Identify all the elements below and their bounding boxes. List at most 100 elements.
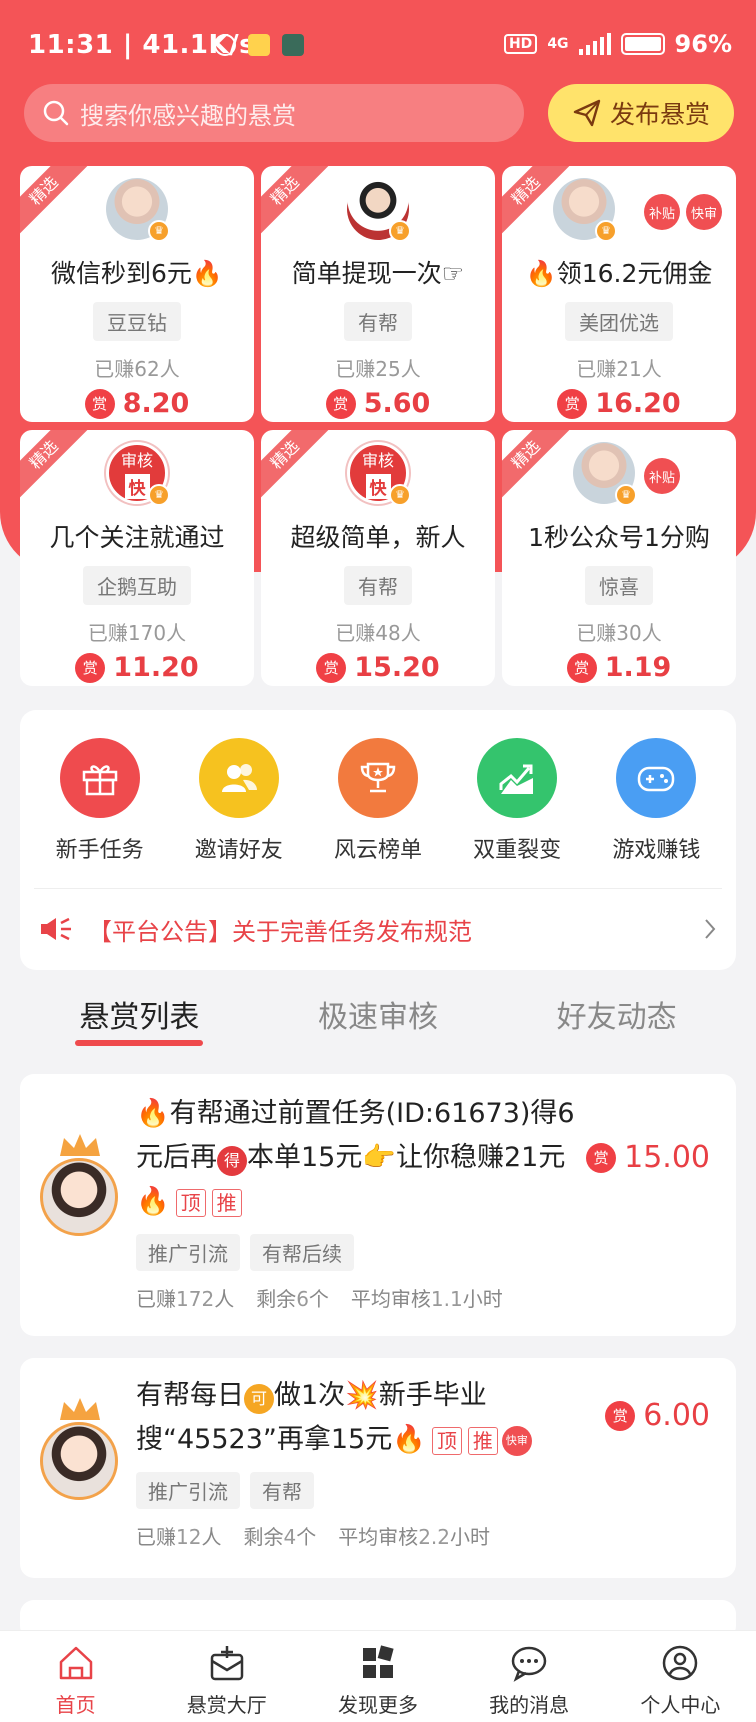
audit-avatar: 审核快 ♛ — [347, 442, 411, 506]
card-title: 微信秒到6元🔥 — [50, 259, 224, 288]
featured-card[interactable]: 精选 审核快 ♛ 几个关注就通过 企鹅互助 已赚170人 赏 11.20 — [20, 430, 254, 686]
card-earned: 已赚25人 — [335, 357, 421, 381]
divider — [34, 888, 722, 889]
reward-icon: 赏 — [586, 1142, 617, 1173]
trophy-icon — [337, 738, 418, 818]
app-notification-icon — [248, 34, 270, 56]
paper-plane-icon — [573, 99, 601, 127]
task-title: 有帮每日可做1次💥新手毕业搜“45523”再拿15元🔥 顶推快审 — [136, 1374, 586, 1462]
search-placeholder: 搜索你感兴趣的悬赏 — [80, 101, 296, 130]
post-reward-button[interactable]: 发布悬赏 — [548, 84, 734, 142]
task-stats: 已赚172人 剩余6个 平均审核1.1小时 — [136, 1287, 503, 1311]
battery-percent: 96% — [674, 30, 732, 58]
crown-icon: ♛ — [148, 484, 170, 506]
network-type: 4G — [547, 36, 569, 52]
battery-icon — [620, 33, 665, 55]
featured-ribbon: 精选 — [261, 430, 330, 500]
task-tags: 推广引流 有帮 — [136, 1472, 712, 1509]
menu-item-newbie-tasks[interactable]: 新手任务 — [35, 738, 165, 864]
chevron-right-icon — [705, 919, 716, 939]
mute-icon — [214, 34, 236, 56]
card-price: 赏 1.19 — [566, 652, 671, 683]
task-body: 🔥有帮通过前置任务(ID:61673)得6元后再得本单15元👉让你稳赚21元🔥 顶… — [136, 1092, 712, 1312]
task-tags: 推广引流 有帮后续 — [136, 1234, 712, 1271]
card-earned: 已赚62人 — [94, 357, 180, 381]
task-tag: 推广引流 — [136, 1472, 240, 1509]
card-tag: 有帮 — [344, 302, 412, 341]
crown-icon: ♛ — [389, 484, 411, 506]
nav-reward-hall[interactable]: 悬赏大厅 — [167, 1643, 287, 1718]
crown-icon: ♛ — [595, 220, 617, 242]
featured-cards: 精选 ♛ 微信秒到6元🔥 豆豆钻 已赚62人 赏 8.20 精选 ♛ 简单提现一次… — [20, 166, 736, 686]
nav-messages[interactable]: 我的消息 — [469, 1643, 589, 1718]
menu-item-invite-friends[interactable]: 邀请好友 — [174, 738, 304, 864]
featured-card[interactable]: 精选 ♛ 简单提现一次☞ 有帮 已赚25人 赏 5.60 — [261, 166, 495, 422]
reward-icon: 赏 — [557, 388, 588, 419]
gift-icon — [59, 738, 140, 818]
card-title: 1秒公众号1分购 — [528, 523, 710, 552]
card-earned: 已赚30人 — [576, 621, 662, 645]
menu-item-leaderboard[interactable]: 风云榜单 — [313, 738, 443, 864]
nav-home[interactable]: 首页 — [16, 1643, 136, 1718]
quick-menu: 新手任务 邀请好友 风云榜单 双重裂变 游戏赚钱 【平台公告】关于完善任务发布规… — [20, 710, 736, 970]
fast-review-badge: 快审 — [686, 194, 722, 230]
reward-icon: 赏 — [605, 1400, 636, 1431]
bottom-nav: 首页 悬赏大厅 发现更多 我的消息 个人中心 — [0, 1630, 756, 1722]
task-price: 赏 15.00 — [586, 1140, 710, 1175]
announcement-text: 【平台公告】关于完善任务发布规范 — [88, 917, 472, 946]
menu-label: 新手任务 — [55, 838, 144, 863]
profile-icon — [663, 1645, 698, 1681]
gamepad-icon — [616, 738, 697, 818]
message-icon — [511, 1646, 547, 1682]
top-badge: 顶 — [175, 1189, 206, 1217]
hd-icon: HD — [503, 34, 538, 54]
menu-label: 邀请好友 — [194, 838, 283, 863]
task-card[interactable]: 🔥有帮通过前置任务(ID:61673)得6元后再得本单15元👉让你稳赚21元🔥 顶… — [20, 1074, 736, 1336]
status-bar: 11:31 | 41.1K/s HD 4G 96% — [0, 0, 756, 96]
crown-icon — [60, 1398, 100, 1420]
featured-ribbon: 精选 — [261, 166, 330, 236]
search-bar[interactable]: 搜索你感兴趣的悬赏 — [24, 84, 524, 142]
card-earned: 已赚170人 — [87, 621, 187, 645]
featured-card[interactable]: 精选 补贴 快审 ♛ 🔥领16.2元佣金 美团优选 已赚21人 赏 16.20 — [502, 166, 736, 422]
card-tag: 惊喜 — [585, 566, 653, 605]
signal-icon — [578, 33, 611, 55]
card-earned: 已赚21人 — [576, 357, 662, 381]
featured-card[interactable]: 精选 补贴 ♛ 1秒公众号1分购 惊喜 已赚30人 赏 1.19 — [502, 430, 736, 686]
tab-friend-feed[interactable]: 好友动态 — [557, 992, 677, 1052]
search-icon — [43, 100, 69, 126]
reward-hall-icon — [210, 1646, 244, 1681]
crown-icon: ♛ — [615, 484, 637, 506]
card-tag: 美团优选 — [565, 302, 673, 341]
tab-fast-review[interactable]: 极速审核 — [318, 992, 438, 1052]
task-card[interactable]: 有帮每日可做1次💥新手毕业搜“45523”再拿15元🔥 顶推快审 推广引流 有帮 … — [20, 1358, 736, 1578]
push-badge: 推 — [467, 1427, 498, 1455]
menu-item-games[interactable]: 游戏赚钱 — [591, 738, 721, 864]
reward-icon: 赏 — [84, 388, 115, 419]
card-price: 赏 8.20 — [84, 388, 189, 419]
tab-reward-list[interactable]: 悬赏列表 — [75, 992, 204, 1052]
menu-item-double-fission[interactable]: 双重裂变 — [452, 738, 582, 864]
featured-ribbon: 精选 — [502, 430, 571, 500]
megaphone-icon — [41, 917, 71, 941]
featured-card[interactable]: 精选 审核快 ♛ 超级简单，新人 有帮 已赚48人 赏 15.20 — [261, 430, 495, 686]
menu-label: 风云榜单 — [333, 838, 422, 863]
card-earned: 已赚48人 — [335, 621, 421, 645]
avatar: ♛ — [106, 178, 170, 242]
app-notification-icon-2 — [282, 34, 304, 56]
crown-icon — [60, 1134, 100, 1156]
nav-profile[interactable]: 个人中心 — [620, 1643, 740, 1718]
card-title: 几个关注就通过 — [49, 523, 225, 552]
side-tags: 补贴 — [644, 458, 680, 494]
avatar: ♛ — [573, 442, 637, 506]
crown-icon: ♛ — [389, 220, 411, 242]
card-title: 简单提现一次☞ — [291, 259, 465, 288]
menu-label: 双重裂变 — [473, 838, 562, 863]
task-tag: 推广引流 — [136, 1234, 240, 1271]
fast-review-badge: 快审 — [501, 1425, 532, 1456]
card-price: 赏 11.20 — [75, 652, 199, 683]
announcement-bar[interactable]: 【平台公告】关于完善任务发布规范 — [38, 898, 718, 960]
nav-discover[interactable]: 发现更多 — [318, 1643, 438, 1718]
featured-card[interactable]: 精选 ♛ 微信秒到6元🔥 豆豆钻 已赚62人 赏 8.20 — [20, 166, 254, 422]
avatar — [36, 1396, 122, 1516]
